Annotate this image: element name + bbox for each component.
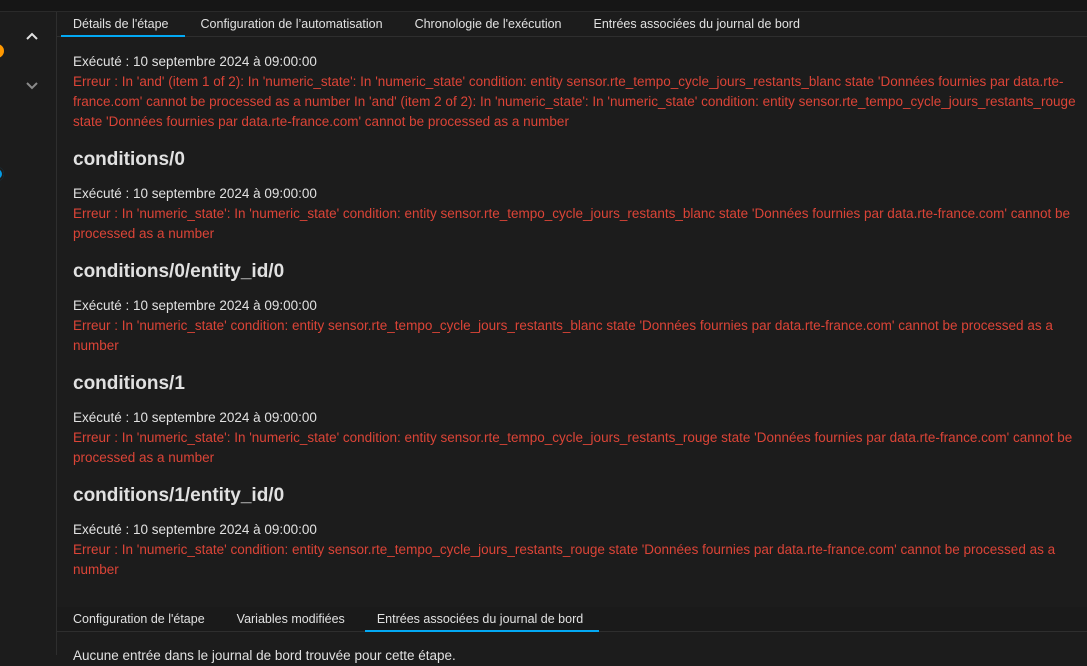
executed-timestamp: Exécuté : 10 septembre 2024 à 09:00:00 bbox=[73, 522, 317, 537]
tab-changed-variables[interactable]: Variables modifiées bbox=[221, 608, 361, 631]
chevron-up-icon[interactable] bbox=[24, 29, 40, 45]
trace-graph-rail bbox=[0, 12, 57, 655]
tab-step-logbook[interactable]: Entrées associées du journal de bord bbox=[361, 608, 600, 632]
error-message: Erreur : In 'numeric_state': In 'numeric… bbox=[73, 206, 1070, 241]
section-title: conditions/1 bbox=[73, 373, 185, 394]
section-title: conditions/0 bbox=[73, 149, 185, 170]
executed-timestamp: Exécuté : 10 septembre 2024 à 09:00:00 bbox=[73, 298, 317, 313]
tab-step-details[interactable]: Détails de l'étape bbox=[57, 13, 185, 37]
tab-execution-timeline[interactable]: Chronologie de l'exécution bbox=[399, 13, 578, 36]
section-title: conditions/1/entity_id/0 bbox=[73, 485, 285, 506]
error-message: Erreur : In 'numeric_state' condition: e… bbox=[73, 542, 1056, 577]
empty-logbook-message: Aucune entrée dans le journal de bord tr… bbox=[73, 648, 456, 663]
executed-timestamp: Exécuté : 10 septembre 2024 à 09:00:00 bbox=[73, 410, 317, 425]
first-step-result: Exécuté : 10 septembre 2024 à 09:00:00 E… bbox=[73, 52, 1078, 132]
executed-timestamp: Exécuté : 10 septembre 2024 à 09:00:00 bbox=[73, 186, 317, 201]
tab-automation-config[interactable]: Configuration de l’automatisation bbox=[185, 13, 399, 36]
condition-node-icon[interactable] bbox=[0, 167, 4, 181]
executed-timestamp: Exécuté : 10 septembre 2024 à 09:00:00 bbox=[73, 54, 317, 69]
step-details-tabs: Détails de l'étape Configuration de l’au… bbox=[57, 12, 1087, 37]
error-message: Erreur : In 'numeric_state' condition: e… bbox=[73, 318, 1053, 353]
top-strip bbox=[0, 0, 1087, 12]
chevron-down-icon[interactable] bbox=[24, 77, 40, 93]
step-details-content: Exécuté : 10 septembre 2024 à 09:00:00 E… bbox=[73, 52, 1078, 580]
tab-related-logbook[interactable]: Entrées associées du journal de bord bbox=[578, 13, 816, 36]
error-message: Erreur : In 'numeric_state': In 'numeric… bbox=[73, 430, 1073, 465]
section-title: conditions/0/entity_id/0 bbox=[73, 261, 285, 282]
error-message: Erreur : In 'and' (item 1 of 2): In 'num… bbox=[73, 74, 1076, 129]
trigger-node-icon[interactable] bbox=[0, 44, 4, 58]
tab-step-config[interactable]: Configuration de l'étape bbox=[57, 608, 221, 631]
step-info-tabs: Configuration de l'étape Variables modif… bbox=[57, 607, 1087, 632]
